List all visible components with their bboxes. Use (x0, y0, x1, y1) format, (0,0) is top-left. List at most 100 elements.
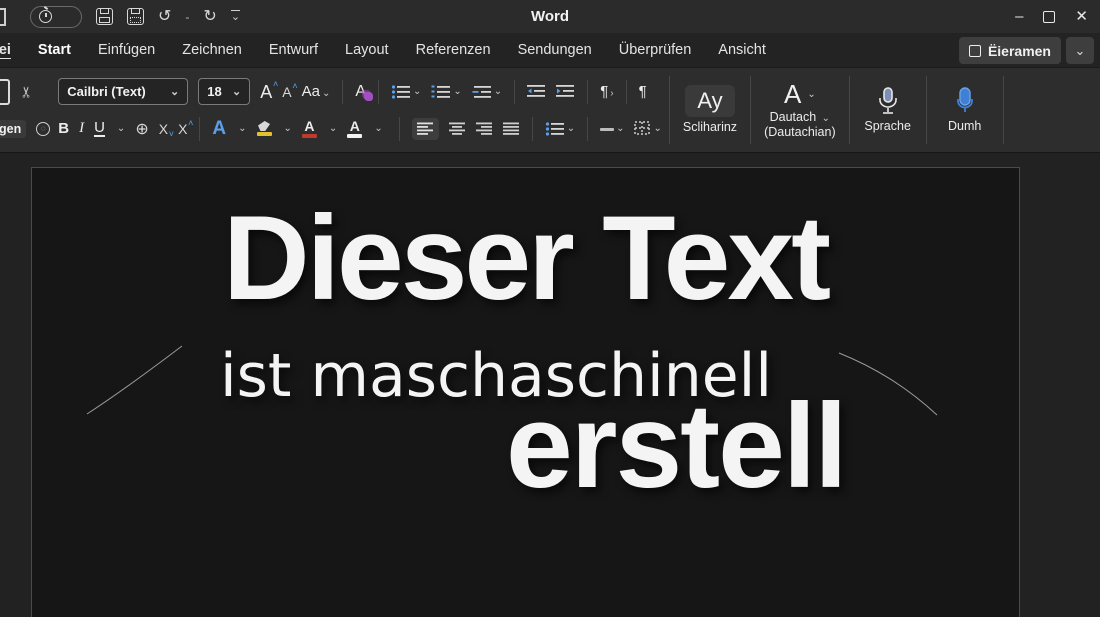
microphone-blue-icon (953, 86, 977, 116)
group-divider (750, 76, 751, 144)
justify-button[interactable] (503, 122, 520, 136)
dictate-label: Sprache (864, 119, 911, 134)
chevron-down-icon[interactable]: ⌄ (117, 123, 125, 134)
underline-button[interactable]: U (94, 120, 105, 137)
chevron-down-icon: ⌄ (1075, 43, 1086, 59)
bullet-list-icon (391, 84, 411, 100)
font-name-value: Cailbri (Text) (67, 84, 146, 99)
line-spacing-icon (545, 121, 565, 137)
document-page[interactable]: Dieser Text ist maschaschinell erstell (31, 167, 1020, 617)
highlight-color-bar (257, 132, 272, 136)
ribbon-collapse-button[interactable]: ⌄ (1066, 37, 1094, 64)
format-painter-icon[interactable]: ◌ (36, 122, 50, 136)
chevron-down-icon: ⌄ (616, 123, 624, 134)
divider (626, 80, 627, 104)
eieramen-button[interactable]: Ëieramen (959, 37, 1061, 64)
styles-icon: Ay (685, 85, 734, 117)
superscript-button[interactable]: X˄ (178, 122, 187, 136)
shrink-font-button[interactable]: A˄ (282, 85, 291, 99)
paste-button[interactable]: gen (0, 120, 26, 138)
clipboard-group: ✂ gen ◌ (0, 68, 54, 152)
chevron-down-icon: ⌄ (284, 123, 292, 134)
clear-formatting-button[interactable]: A (355, 83, 366, 101)
tab-sendungen[interactable]: Sendungen (518, 42, 592, 58)
multilevel-list-icon (472, 84, 492, 100)
highlighter-icon (258, 121, 270, 131)
word-window: ↺ - ↻ ⌄ Word – ✕ tei Start Einfúgen Zeic… (0, 0, 1100, 617)
chevron-down-icon: ⌄ (374, 123, 382, 134)
divider (532, 117, 533, 141)
font-color-bar (302, 134, 317, 138)
italic-button[interactable]: I (79, 121, 84, 136)
minimize-icon[interactable]: – (1015, 9, 1023, 24)
font-color-button[interactable]: A (302, 119, 317, 138)
tab-uberprufen[interactable]: Überprüfen (619, 42, 692, 58)
chevron-down-icon: ⌄ (453, 86, 461, 97)
bold-button[interactable]: B (58, 121, 69, 136)
styles-button[interactable]: Ay Scliharinz (673, 68, 747, 152)
close-icon[interactable]: ✕ (1075, 9, 1088, 24)
increase-indent-button[interactable] (556, 84, 575, 99)
align-center-button[interactable] (449, 122, 466, 136)
caret-up-icon: ˄ (188, 119, 193, 128)
title-bar: ↺ - ↻ ⌄ Word – ✕ (0, 0, 1100, 33)
tab-referenzen[interactable]: Referenzen (416, 42, 491, 58)
square-icon (969, 45, 981, 57)
window-controls: – ✕ (1015, 0, 1088, 33)
chevron-right-icon: › (610, 88, 613, 99)
tab-layout[interactable]: Layout (345, 42, 389, 58)
document-heading-2: erstell (506, 386, 846, 506)
show-paragraph-marks-button[interactable]: ¶ (639, 84, 647, 99)
window-title: Word (0, 8, 1100, 25)
font-size-select[interactable]: 18 ⌄ (198, 78, 250, 105)
align-right-button[interactable] (476, 122, 493, 136)
subscript-button[interactable]: X˅ (159, 122, 168, 136)
dictate-button[interactable]: Sprache (853, 68, 923, 152)
chevron-down-icon: ⌄ (232, 85, 241, 98)
tab-entwurf[interactable]: Entwurf (269, 42, 318, 58)
font-color-alt-button[interactable]: A (347, 119, 362, 138)
divider (399, 117, 400, 141)
shading-button[interactable]: ⌄ (600, 123, 624, 134)
tab-einfugen[interactable]: Einfúgen (98, 42, 155, 58)
maximize-icon[interactable] (1043, 11, 1055, 23)
chevron-down-icon: ⌄ (322, 88, 330, 99)
language-button[interactable]: A ⌄ Dautach ⌄ (Dautachian) (754, 68, 846, 152)
bullet-list-button[interactable]: ⌄ (391, 84, 421, 100)
grow-font-button[interactable]: A˄ (260, 83, 272, 101)
group-divider (1003, 76, 1004, 144)
align-left-icon (417, 122, 434, 136)
decrease-indent-button[interactable] (527, 84, 546, 99)
paragraph-direction-button[interactable]: ¶› (600, 84, 613, 99)
language-label: Dautach ⌄ (770, 110, 830, 125)
ribbon: ✂ gen ◌ Cailbri (Text) ⌄ 18 ⌄ A˄ A˄ Aa⌄ (0, 68, 1100, 153)
divider (587, 80, 588, 104)
tab-ansicht[interactable]: Ansicht (718, 42, 766, 58)
divider (587, 117, 588, 141)
paste-icon[interactable] (0, 79, 10, 105)
line-spacing-button[interactable]: ⌄ (545, 121, 575, 137)
multilevel-list-button[interactable]: ⌄ (472, 84, 502, 100)
highlight-button[interactable] (257, 121, 272, 136)
tab-start[interactable]: Start (38, 42, 71, 58)
divider (342, 80, 343, 104)
change-case-button[interactable]: Aa⌄ (302, 84, 331, 99)
cut-icon[interactable]: ✂ (17, 85, 35, 98)
align-left-button[interactable] (412, 118, 439, 140)
numbered-list-icon (431, 84, 451, 100)
tab-zeichnen[interactable]: Zeichnen (182, 42, 242, 58)
borders-button[interactable]: ⌄ (634, 121, 661, 136)
tab-datei[interactable]: tei (0, 42, 11, 58)
chevron-down-icon: ⌄ (170, 85, 179, 98)
strikethrough-icon[interactable]: ⊕ (135, 119, 148, 139)
dictate-alt-button[interactable]: Dumh (930, 68, 1000, 152)
chevron-down-icon: ⌄ (567, 123, 575, 134)
text-effects-button[interactable]: A (212, 119, 226, 138)
styles-label: Scliharinz (683, 120, 737, 135)
caret-up-icon: ˄ (273, 80, 278, 89)
divider (378, 80, 379, 104)
ribbon-tabs: tei Start Einfúgen Zeichnen Entwurf Layo… (0, 33, 1100, 68)
numbered-list-button[interactable]: ⌄ (431, 84, 461, 100)
chevron-down-icon: ⌄ (238, 123, 246, 134)
font-name-select[interactable]: Cailbri (Text) ⌄ (58, 78, 188, 105)
